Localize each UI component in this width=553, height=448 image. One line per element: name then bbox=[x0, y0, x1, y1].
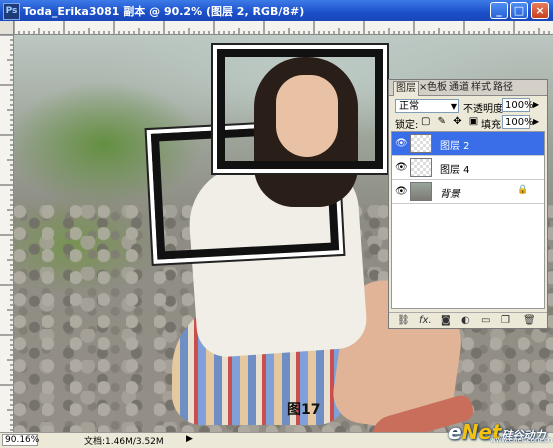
lock-options: ▢ ✎ ✥ ▣ bbox=[421, 116, 480, 127]
layer-name: 图层 4 bbox=[440, 165, 470, 176]
layer-name: 背景 bbox=[440, 189, 460, 200]
document-info: 文档:1.46M/3.52M bbox=[84, 437, 164, 447]
watermark-e: e bbox=[448, 420, 462, 444]
lock-icon: 🔒 bbox=[517, 185, 529, 195]
status-menu-arrow-icon[interactable]: ▶ bbox=[186, 434, 193, 444]
tab-swatches[interactable]: 色板 bbox=[427, 81, 447, 95]
new-layer-icon[interactable]: ❐ bbox=[501, 315, 510, 326]
fx-icon[interactable]: fx. bbox=[419, 315, 432, 326]
layer-thumbnail bbox=[410, 134, 432, 153]
fill-label: 填充: bbox=[481, 120, 505, 131]
lock-label: 锁定: bbox=[395, 120, 419, 131]
palette-tabs: 图层 × 色板 通道 样式 路径 bbox=[389, 80, 547, 96]
tab-layers[interactable]: 图层 bbox=[393, 81, 419, 96]
link-icon[interactable]: ⛓ bbox=[397, 315, 410, 326]
zoom-field[interactable]: 90.16% bbox=[2, 434, 39, 446]
trash-icon[interactable]: 🗑 bbox=[523, 315, 536, 326]
lock-all-icon[interactable]: ▣ bbox=[469, 116, 480, 127]
lock-transparency-icon[interactable]: ▢ bbox=[421, 116, 432, 127]
ruler-ticks bbox=[13, 21, 550, 34]
tab-channels[interactable]: 通道 bbox=[449, 81, 469, 95]
opacity-slider-arrow-icon[interactable]: ▶ bbox=[533, 100, 539, 109]
layer-thumbnail bbox=[410, 158, 432, 177]
figure-label: 图17 bbox=[287, 402, 321, 418]
visibility-eye-icon[interactable]: 👁 bbox=[395, 186, 408, 197]
blend-mode-value: 正常 bbox=[399, 101, 419, 112]
layer-row-layer-2[interactable]: 👁 图层 2 bbox=[392, 132, 544, 156]
layer-thumbnail bbox=[410, 182, 432, 201]
photo-frame-front bbox=[217, 49, 383, 169]
visibility-eye-icon[interactable]: 👁 bbox=[395, 138, 408, 149]
chevron-down-icon: ▼ bbox=[450, 102, 457, 111]
layer-name: 图层 2 bbox=[440, 141, 470, 152]
lock-pixels-icon[interactable]: ✎ bbox=[438, 116, 448, 127]
ruler-ticks-vertical bbox=[0, 34, 13, 431]
window-title: Toda_Erika3081 副本 @ 90.2% (图层 2, RGB/8#) bbox=[23, 5, 305, 18]
minimize-button[interactable]: _ bbox=[490, 2, 508, 19]
watermark-url: www.enet.com.cn bbox=[490, 436, 553, 444]
layer-row-layer-4[interactable]: 👁 图层 4 bbox=[392, 156, 544, 180]
visibility-eye-icon[interactable]: 👁 bbox=[395, 162, 408, 173]
photoshop-document-window: Ps Toda_Erika3081 副本 @ 90.2% (图层 2, RGB/… bbox=[0, 0, 553, 448]
lock-position-icon[interactable]: ✥ bbox=[453, 116, 463, 127]
fill-slider-arrow-icon[interactable]: ▶ bbox=[533, 117, 539, 126]
palette-footer: ⛓ fx. ◙ ◐ ▭ ❐ 🗑 bbox=[389, 312, 547, 329]
fill-input[interactable]: 100% bbox=[502, 115, 534, 129]
layers-palette: 图层 × 色板 通道 样式 路径 正常 ▼ 不透明度: 100% ▶ 锁定: ▢… bbox=[388, 79, 548, 329]
layer-row-background[interactable]: 👁 背景 🔒 bbox=[392, 180, 544, 204]
folder-icon[interactable]: ▭ bbox=[481, 315, 490, 326]
ruler-origin[interactable] bbox=[0, 21, 14, 35]
adjustment-icon[interactable]: ◐ bbox=[461, 315, 470, 326]
blend-mode-select[interactable]: 正常 ▼ bbox=[395, 99, 459, 113]
maximize-button[interactable]: □ bbox=[510, 2, 528, 19]
vertical-ruler[interactable] bbox=[0, 34, 14, 432]
tab-styles[interactable]: 样式 bbox=[471, 81, 491, 95]
opacity-input[interactable]: 100% bbox=[502, 98, 534, 112]
layers-list: 👁 图层 2 👁 图层 4 👁 背景 🔒 bbox=[391, 131, 545, 309]
title-bar[interactable]: Ps Toda_Erika3081 副本 @ 90.2% (图层 2, RGB/… bbox=[0, 0, 553, 21]
photoshop-app-icon: Ps bbox=[3, 3, 20, 20]
horizontal-ruler[interactable] bbox=[0, 21, 553, 35]
mask-icon[interactable]: ◙ bbox=[441, 315, 451, 326]
close-button[interactable]: × bbox=[531, 2, 549, 19]
opacity-label: 不透明度: bbox=[463, 104, 507, 115]
tab-paths[interactable]: 路径 bbox=[493, 81, 513, 95]
